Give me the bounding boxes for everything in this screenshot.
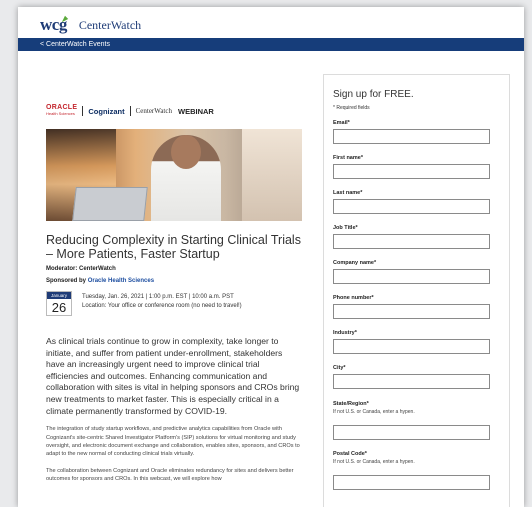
form-field-city: City* <box>333 365 500 391</box>
postal-code-input[interactable] <box>333 475 490 490</box>
centerwatch-logo-text: CenterWatch <box>78 18 142 32</box>
sponsored-label: Sponsored by <box>46 278 87 284</box>
logo-leaf-icon <box>61 15 69 23</box>
centerwatch-logo[interactable]: wcg CenterWatch <box>40 15 141 35</box>
oracle-logo-text: ORACLE <box>46 104 78 111</box>
field-label: Last name* <box>333 190 363 196</box>
moderator-line: Moderator: CenterWatch <box>46 265 302 273</box>
event-details: ORACLE Health Sciences Cognizant CenterW… <box>46 67 302 484</box>
oracle-logo-subtext: Health Sciences <box>46 111 75 116</box>
hero-doctor-head <box>171 135 201 169</box>
calendar-icon: January 26 <box>46 291 72 316</box>
event-title: Reducing Complexity in Starting Clinical… <box>46 233 301 261</box>
moderator-label: Moderator: <box>46 266 78 272</box>
last-name-input[interactable] <box>333 199 490 214</box>
event-datetime-block: Tuesday, Jan. 26, 2021 | 1:00 p.m. EST |… <box>82 291 242 316</box>
form-field-postal-code: Postal Code* If not U.S. or Canada, ente… <box>333 451 500 492</box>
first-name-input[interactable] <box>333 164 490 179</box>
sponsor-link[interactable]: Oracle Health Sciences <box>88 278 154 284</box>
form-field-industry: Industry* <box>333 330 500 356</box>
sponsored-line: Sponsored by Oracle Health Sciences <box>46 277 302 285</box>
event-datetime: Tuesday, Jan. 26, 2021 | 1:00 p.m. EST |… <box>82 294 234 300</box>
hero-image <box>46 129 302 221</box>
moderator-name: CenterWatch <box>79 266 116 272</box>
field-label: Phone number* <box>333 295 374 301</box>
back-to-events-link[interactable]: < CenterWatch Events <box>40 41 110 48</box>
form-field-state: State/Region* If not U.S. or Canada, ent… <box>333 401 500 442</box>
field-label: First name* <box>333 155 363 161</box>
hero-laptop <box>72 187 148 221</box>
form-field-company: Company name* <box>333 260 500 286</box>
body-paragraph: The collaboration between Cognizant and … <box>46 467 294 483</box>
cognizant-logo: Cognizant <box>88 106 125 116</box>
logo-divider <box>82 106 84 116</box>
hero-background <box>242 129 302 221</box>
phone-number-input[interactable] <box>333 304 490 319</box>
event-location: Location: Your office or conference room… <box>82 303 242 309</box>
page: wcg CenterWatch < CenterWatch Events ORA… <box>18 7 524 507</box>
city-input[interactable] <box>333 374 490 389</box>
body-paragraph: The integration of study startup workflo… <box>46 426 300 458</box>
signup-form: Sign up for FREE. * Required fields Emai… <box>323 74 510 507</box>
field-label: Email* <box>333 120 350 126</box>
field-label: Industry* <box>333 330 357 336</box>
field-label: Postal Code* <box>333 451 367 457</box>
form-field-first-name: First name* <box>333 155 500 181</box>
field-hint: If not U.S. or Canada, enter a hypen. <box>333 409 415 415</box>
lead-paragraph: As clinical trials continue to grow in c… <box>46 336 300 416</box>
industry-input[interactable] <box>333 339 490 354</box>
required-note: * Required fields <box>333 105 370 111</box>
event-date: January 26 Tuesday, Jan. 26, 2021 | 1:00… <box>46 291 302 316</box>
header: wcg CenterWatch <box>18 7 524 38</box>
navbar: < CenterWatch Events <box>18 38 524 51</box>
state-region-input[interactable] <box>333 425 490 440</box>
calendar-day: 26 <box>51 300 67 315</box>
field-label: Job Title* <box>333 225 358 231</box>
field-label: City* <box>333 365 346 371</box>
job-title-input[interactable] <box>333 234 490 249</box>
webinar-label: WEBINAR <box>177 106 214 116</box>
calendar-month: January <box>47 292 71 299</box>
form-field-last-name: Last name* <box>333 190 500 216</box>
email-input[interactable] <box>333 129 490 144</box>
field-label: Company name* <box>333 260 377 266</box>
sponsor-logos: ORACLE Health Sciences Cognizant CenterW… <box>46 103 302 119</box>
field-hint: If not U.S. or Canada, enter a hypen. <box>333 459 415 465</box>
form-field-email: Email* <box>333 120 500 146</box>
form-field-phone: Phone number* <box>333 295 500 321</box>
logo-divider <box>129 106 131 116</box>
main-content: ORACLE Health Sciences Cognizant CenterW… <box>18 51 524 507</box>
oracle-logo: ORACLE Health Sciences <box>46 104 78 117</box>
field-label: State/Region* <box>333 401 369 407</box>
company-name-input[interactable] <box>333 269 490 284</box>
form-title: Sign up for FREE. <box>333 89 414 100</box>
form-field-job-title: Job Title* <box>333 225 500 251</box>
centerwatch-sponsor-logo: CenterWatch <box>135 107 172 115</box>
